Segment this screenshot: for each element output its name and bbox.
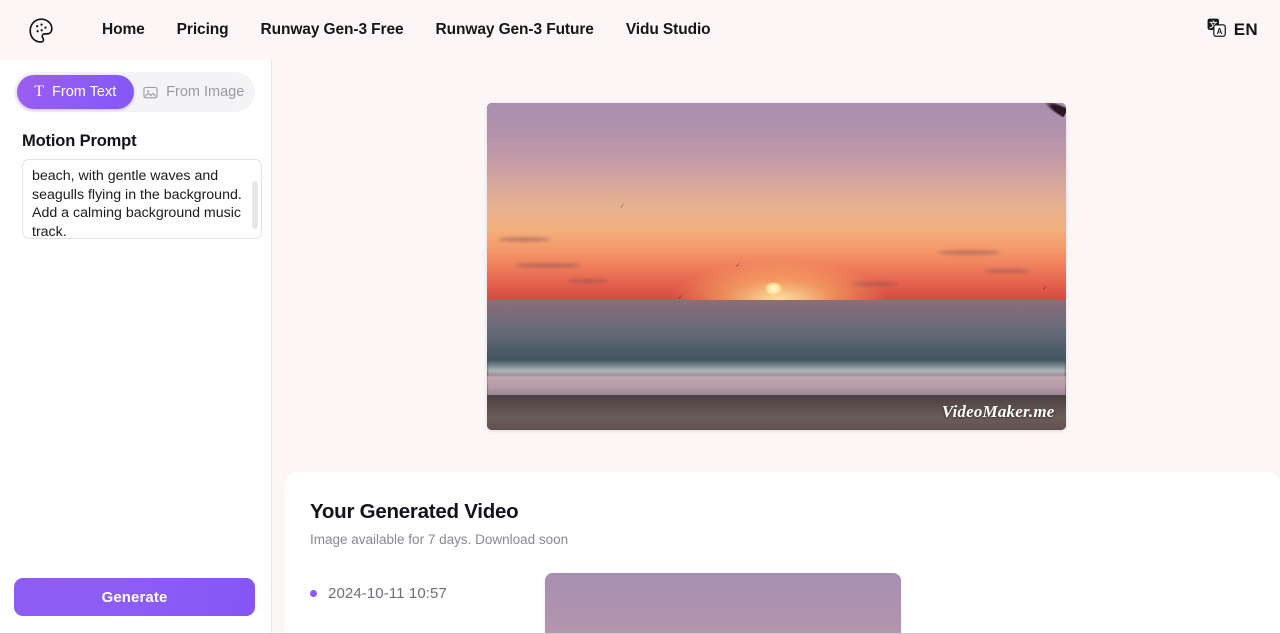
tab-from-text[interactable]: T From Text [17,75,134,109]
preview-bird: ✓ [735,262,741,269]
preview-watermark: VideoMaker.me [941,401,1055,421]
generated-video-item: 2024-10-11 10:57 ✓ ✓ [310,573,1280,634]
preview-bird: ✓ [619,203,625,210]
language-label: EN [1233,20,1258,39]
app-root: Home Pricing Runway Gen-3 Free Runway Ge… [0,0,1280,634]
tab-from-image-label: From Image [166,84,245,100]
motion-prompt-wrapper [22,159,262,244]
tab-from-text-label: From Text [52,84,117,100]
generated-video-thumbnail[interactable]: ✓ ✓ [545,573,901,634]
generated-video-timestamp: 2024-10-11 10:57 [328,585,447,602]
preview-sky [486,102,1066,301]
preview-cloud [515,262,582,268]
tab-from-image[interactable]: From Image [136,75,253,109]
nav-item-vidu-studio[interactable]: Vidu Studio [610,15,727,45]
preview-cloud [567,279,608,284]
nav-item-runway-gen3-future[interactable]: Runway Gen-3 Future [420,15,610,45]
main-content: ✓ ✓ ✓ ✓ ✓ ✓ VideoMaker.me Your Generated… [272,60,1280,634]
mode-tabs: T From Text From Image [14,72,255,112]
palette-icon[interactable] [26,15,56,45]
preview-cloud [498,236,551,242]
top-navbar: Home Pricing Runway Gen-3 Free Runway Ge… [0,0,1280,60]
motion-prompt-scrollbar[interactable] [252,181,258,229]
nav-item-pricing[interactable]: Pricing [161,15,245,45]
language-switcher[interactable]: 文 A EN [1207,18,1258,42]
text-icon: T [34,83,45,100]
video-preview[interactable]: ✓ ✓ ✓ ✓ ✓ ✓ VideoMaker.me [486,102,1066,430]
generated-video-title: Your Generated Video [310,500,519,523]
generated-video-meta: 2024-10-11 10:57 [310,573,545,602]
video-preview-area: ✓ ✓ ✓ ✓ ✓ ✓ VideoMaker.me [272,60,1280,472]
left-panel: T From Text From Image Motion Prompt bea… [0,60,272,634]
nav-item-runway-gen3-free[interactable]: Runway Gen-3 Free [245,15,420,45]
nav-item-home[interactable]: Home [86,15,161,45]
main-nav: Home Pricing Runway Gen-3 Free Runway Ge… [86,15,727,45]
preview-cloud [938,249,1001,255]
generate-button[interactable]: Generate [14,578,255,616]
translate-icon: 文 A [1207,18,1226,42]
thumbnail-sky [545,573,901,634]
motion-prompt-input[interactable] [22,159,262,239]
motion-prompt-label: Motion Prompt [22,132,137,150]
svg-text:A: A [1216,27,1222,36]
preview-bird: ✓ [1042,285,1048,292]
status-dot-icon [310,590,317,597]
image-icon [143,85,158,100]
generated-video-subtitle: Image available for 7 days. Download soo… [310,532,569,547]
generated-video-card: Your Generated Video Image available for… [285,472,1280,634]
page-body: T From Text From Image Motion Prompt bea… [0,60,1280,634]
